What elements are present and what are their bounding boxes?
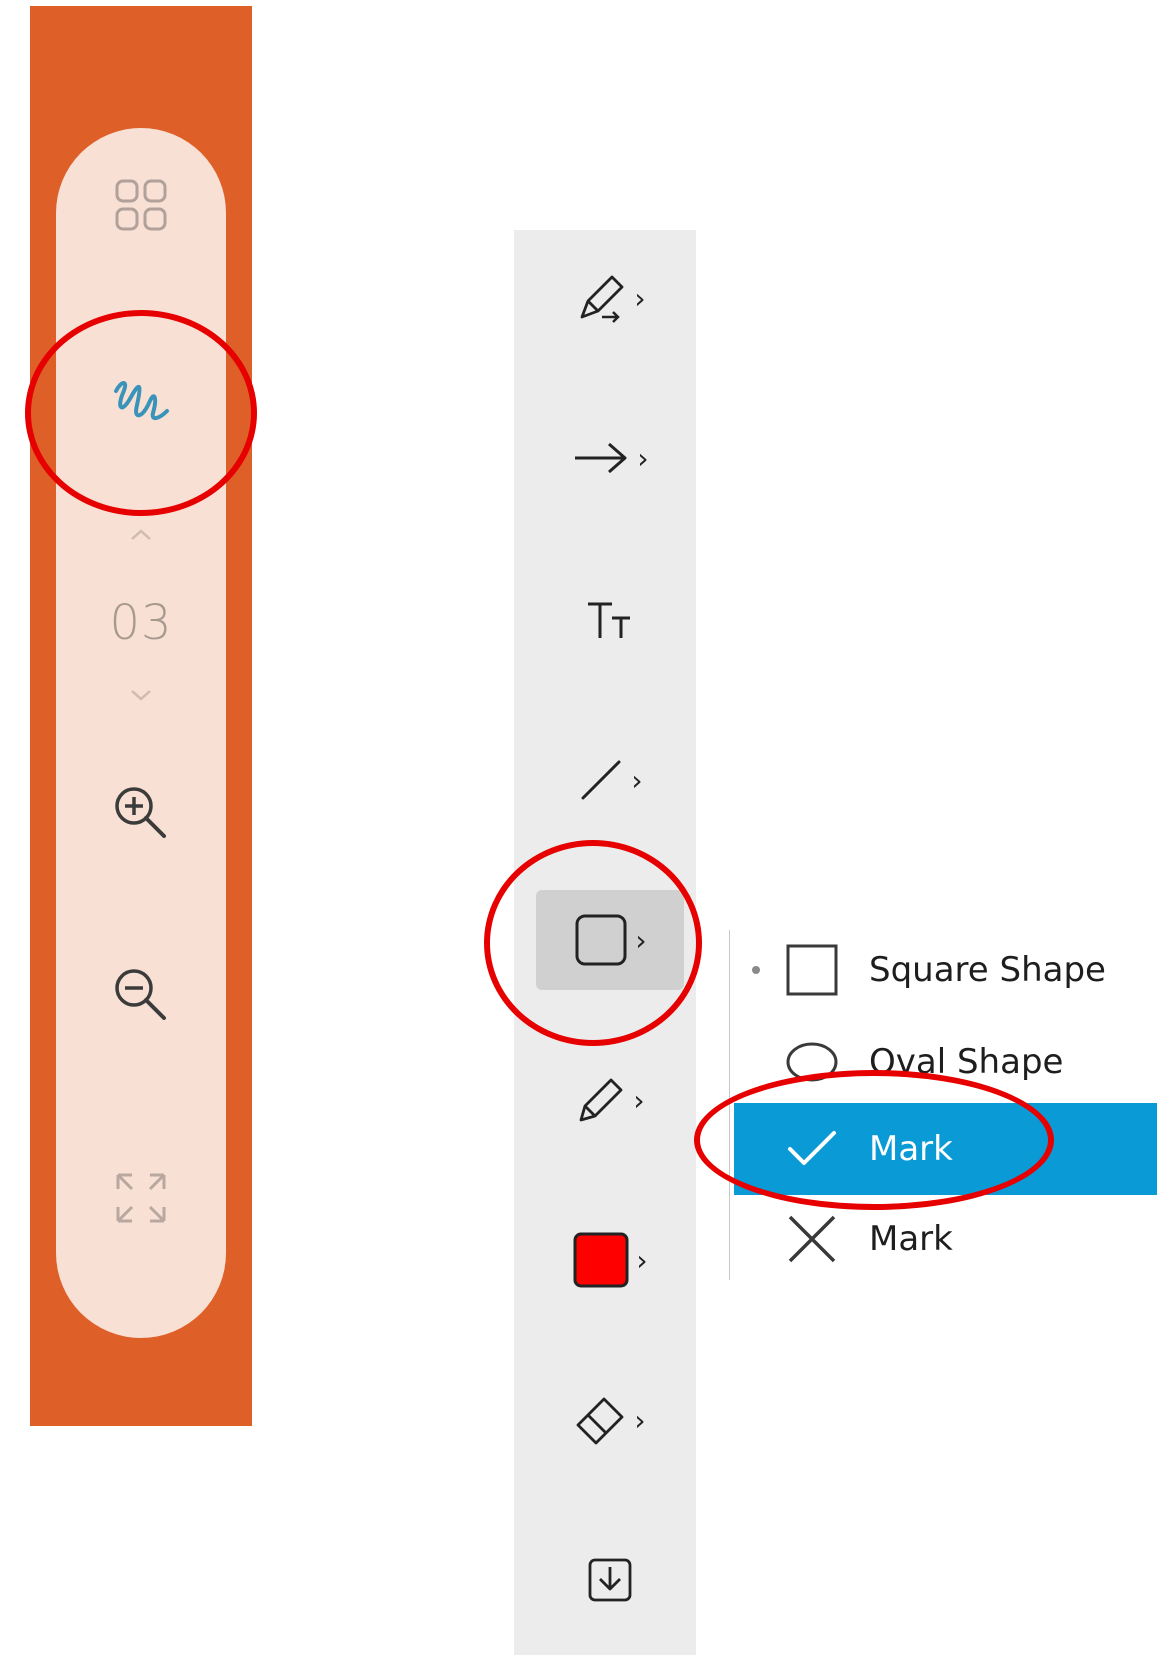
eraser-tool-button[interactable]: › <box>536 1370 684 1470</box>
zoom-out-button[interactable] <box>56 960 226 1030</box>
save-tool-button[interactable] <box>536 1530 684 1630</box>
line-tool-button[interactable]: › <box>536 730 684 830</box>
color-tool-button[interactable]: › <box>536 1210 684 1310</box>
annotation-circle-ink <box>25 310 257 516</box>
menu-item-x-mark[interactable]: Mark <box>734 1195 1157 1283</box>
download-icon <box>588 1558 632 1602</box>
chevron-right-icon: › <box>637 441 649 475</box>
chevron-right-icon: › <box>631 763 643 797</box>
page-down-button[interactable] <box>56 680 226 710</box>
eraser-icon <box>576 1397 624 1445</box>
menu-item-label: Square Shape <box>869 950 1106 990</box>
annotation-circle-shape <box>484 840 702 1046</box>
chevron-right-icon: › <box>633 1083 645 1117</box>
zoom-in-button[interactable] <box>56 778 226 848</box>
line-icon <box>581 760 621 800</box>
current-selection-dot <box>752 966 760 974</box>
square-icon <box>782 940 842 1000</box>
arrow-tool-button[interactable]: › <box>536 408 684 508</box>
annotation-circle-mark <box>694 1070 1054 1210</box>
chevron-right-icon: › <box>634 1403 646 1437</box>
chevron-up-icon <box>131 529 151 540</box>
menu-item-square-shape[interactable]: Square Shape <box>734 926 1157 1014</box>
chevron-down-icon <box>131 690 151 701</box>
text-size-icon <box>588 602 630 638</box>
pen-tool-button[interactable]: › <box>536 1050 684 1150</box>
menu-item-label: Mark <box>869 1219 953 1259</box>
page-up-button[interactable] <box>56 520 226 550</box>
chevron-right-icon: › <box>634 281 646 315</box>
text-tool-button[interactable] <box>536 570 684 670</box>
pen-icon <box>579 1078 623 1122</box>
grid-view-button[interactable] <box>56 170 226 240</box>
x-mark-icon <box>782 1209 842 1269</box>
arrow-right-icon <box>575 442 627 474</box>
color-swatch-icon <box>573 1232 629 1288</box>
highlighter-icon <box>580 275 624 323</box>
highlighter-tool-button[interactable]: › <box>536 248 684 348</box>
expand-icon <box>116 1173 166 1223</box>
chevron-right-icon: › <box>636 1243 648 1277</box>
zoom-in-icon <box>115 787 166 838</box>
page-number: 03 <box>56 588 226 658</box>
fullscreen-button[interactable] <box>56 1163 226 1233</box>
page-number-text: 03 <box>109 595 173 651</box>
grid-icon <box>115 179 167 231</box>
zoom-out-icon <box>115 969 166 1020</box>
